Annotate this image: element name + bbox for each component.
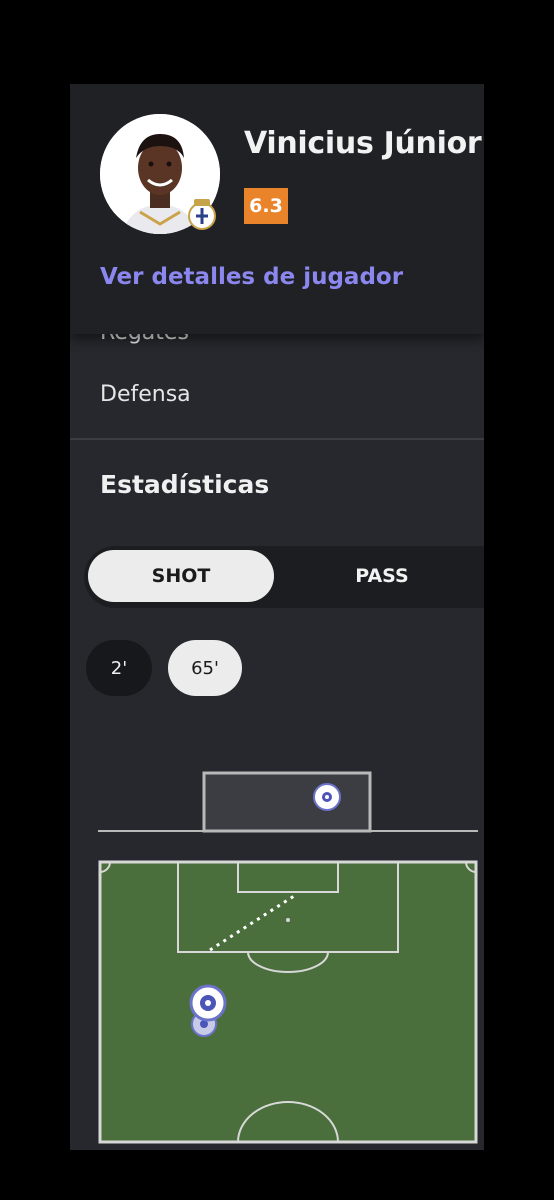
- section-title: Estadísticas: [100, 470, 270, 499]
- club-crest-icon: [188, 199, 216, 230]
- goal-frame: [98, 771, 478, 833]
- player-panel: Vinicius Júnior 6.3 Ver detalles de juga…: [70, 84, 484, 1150]
- minute-chip-2[interactable]: 2': [86, 640, 152, 696]
- section-divider: [70, 438, 484, 440]
- rating-badge: 6.3: [244, 188, 288, 224]
- shot-pass-toggle: SHOT PASS: [84, 546, 484, 608]
- goal-mouth: [202, 771, 372, 833]
- player-header: Vinicius Júnior 6.3 Ver detalles de juga…: [70, 84, 484, 334]
- pass-tab[interactable]: PASS: [282, 550, 482, 602]
- player-name: Vinicius Júnior: [244, 126, 482, 161]
- shot-on-goal-marker[interactable]: [313, 783, 341, 811]
- stats-menu-item-defensa[interactable]: Defensa: [100, 382, 191, 407]
- shot-tab[interactable]: SHOT: [88, 550, 274, 602]
- player-details-link[interactable]: Ver detalles de jugador: [100, 264, 403, 290]
- pitch-surface: [98, 860, 478, 1144]
- penalty-spot: [286, 918, 290, 922]
- minute-chip-65[interactable]: 65': [168, 640, 242, 696]
- pitch-shot-map: [98, 860, 478, 1144]
- shot-marker-65[interactable]: [189, 984, 227, 1022]
